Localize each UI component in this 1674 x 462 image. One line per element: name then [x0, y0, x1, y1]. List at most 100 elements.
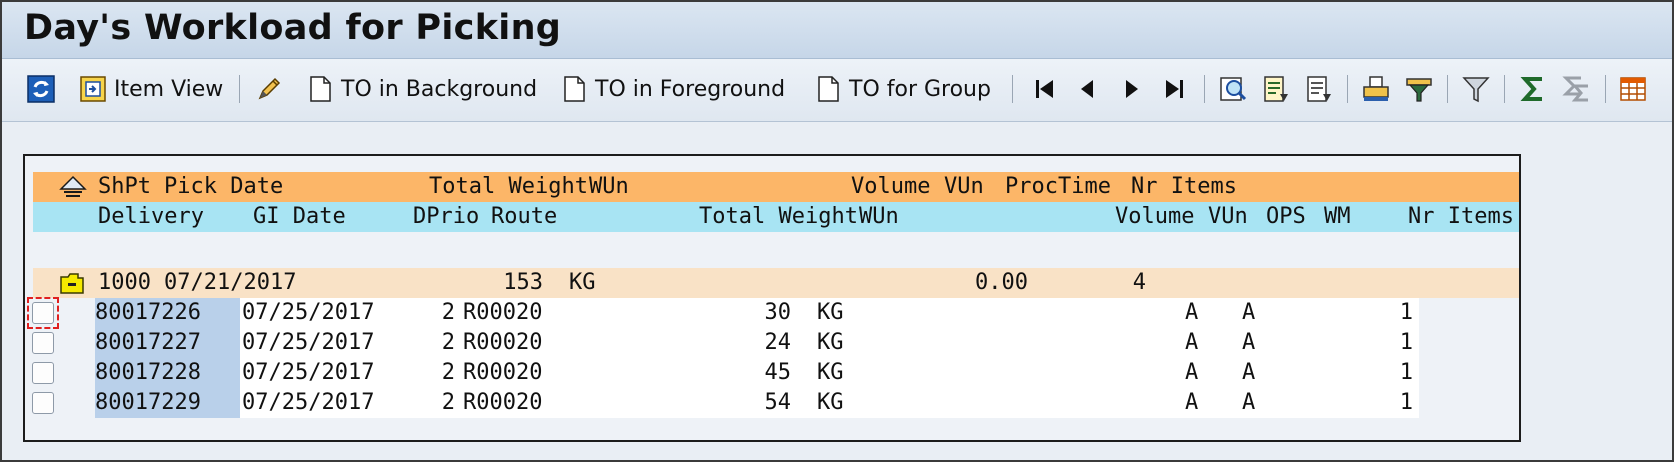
cell-wun: KG [817, 360, 844, 385]
col-header-wm[interactable]: WM [1324, 202, 1351, 232]
to-in-foreground-label: TO in Foreground [595, 76, 786, 102]
row-select-checkbox[interactable] [32, 362, 54, 384]
toolbar-separator [1204, 75, 1205, 103]
document-icon [310, 76, 331, 102]
col-header-wun[interactable]: WUn [589, 172, 629, 202]
document-icon [818, 76, 839, 102]
toolbar-separator [1012, 75, 1013, 103]
summary-wun: KG [569, 270, 596, 295]
cell-wm: A [1242, 330, 1256, 355]
cell-delivery[interactable]: 80017227 [95, 328, 240, 358]
col-header-route[interactable]: Route [491, 202, 557, 232]
export-icon [1406, 78, 1432, 102]
page-title: Day's Workload for Picking [24, 8, 562, 48]
cell-total-weight: 30 [764, 300, 792, 325]
cell-ops: A [1185, 300, 1199, 325]
subtotal-icon [1562, 76, 1588, 102]
col-header-total-weight[interactable]: Total Weight [429, 172, 588, 202]
cell-wm: A [1242, 300, 1256, 325]
col-header-shpt[interactable]: ShPt [98, 172, 151, 202]
subtotal-button[interactable] [1561, 72, 1591, 106]
workload-grid: ShPt Pick Date Total Weight WUn Volume V… [23, 154, 1521, 442]
item-view-button[interactable]: Item View [78, 72, 223, 106]
col-header-nr-items[interactable]: Nr Items [1131, 172, 1237, 202]
cell-wm: A [1242, 390, 1256, 415]
to-for-group-label: TO for Group [849, 76, 991, 102]
pencil-icon [258, 77, 281, 100]
cell-dprio: 2 [441, 300, 455, 325]
cell-delivery[interactable]: 80017228 [95, 358, 240, 388]
cell-route: R00020 [463, 300, 543, 325]
col-header-wun[interactable]: WUn [859, 202, 899, 232]
to-in-foreground-button[interactable]: TO in Foreground [559, 72, 785, 106]
row-select-checkbox[interactable] [32, 392, 54, 414]
table-row[interactable]: 80017227 07/25/2017 2 R00020 24 KG A A 1 [95, 328, 1419, 358]
toolbar-separator [1605, 75, 1606, 103]
cell-route: R00020 [463, 390, 543, 415]
filter-icon [1462, 77, 1490, 103]
cell-nr-items: 1 [1399, 300, 1413, 325]
set-filter-button[interactable] [1461, 72, 1491, 106]
total-button[interactable] [1518, 72, 1548, 106]
cell-delivery[interactable]: 80017229 [95, 388, 240, 418]
print-button[interactable] [1361, 72, 1391, 106]
change-button[interactable] [254, 72, 284, 106]
cell-total-weight: 54 [764, 390, 792, 415]
details-icon [1220, 77, 1247, 101]
cell-dprio: 2 [441, 390, 455, 415]
previous-page-button[interactable] [1073, 72, 1103, 106]
row-select-checkbox[interactable] [32, 332, 54, 354]
first-page-button[interactable] [1030, 72, 1060, 106]
col-header-volume[interactable]: Volume [851, 172, 930, 202]
cell-delivery[interactable]: 80017226 [95, 298, 240, 328]
last-page-button[interactable] [1159, 72, 1189, 106]
cell-gi-date: 07/25/2017 [242, 300, 375, 325]
details-button[interactable] [1218, 72, 1248, 106]
collapse-tree-icon[interactable] [59, 174, 87, 200]
cell-nr-items: 1 [1399, 390, 1413, 415]
previous-page-icon [1081, 80, 1093, 98]
refresh-button[interactable] [26, 72, 56, 106]
summary-total-weight: 153 [503, 270, 543, 295]
sort-ascending-icon [1264, 76, 1288, 102]
sort-descending-button[interactable] [1304, 72, 1334, 106]
cell-gi-date: 07/25/2017 [242, 360, 375, 385]
next-page-button[interactable] [1116, 72, 1146, 106]
col-header-delivery[interactable]: Delivery [98, 202, 204, 232]
to-in-background-button[interactable]: TO in Background [305, 72, 537, 106]
cell-dprio: 2 [441, 360, 455, 385]
item-view-label: Item View [114, 76, 224, 102]
cell-dprio: 2 [441, 330, 455, 355]
col-header-vun[interactable]: VUn [944, 172, 984, 202]
print-icon [1363, 76, 1389, 101]
col-header-dprio[interactable]: DPrio [413, 202, 479, 232]
col-header-volume[interactable]: Volume [1115, 202, 1194, 232]
col-header-total-weight[interactable]: Total Weight [699, 202, 858, 232]
summary-proctime: 0.00 [975, 270, 1028, 295]
toolbar-separator [1447, 75, 1448, 103]
layout-grid-icon [1620, 77, 1646, 101]
toolbar-separator [1504, 75, 1505, 103]
table-row[interactable]: 80017228 07/25/2017 2 R00020 45 KG A A 1 [95, 358, 1419, 388]
shipping-point-summary-row[interactable]: 1000 07/21/2017 153 KG 0.00 4 [33, 268, 1519, 298]
export-button[interactable] [1404, 72, 1434, 106]
to-for-group-button[interactable]: TO for Group [813, 72, 991, 106]
cell-nr-items: 1 [1399, 330, 1413, 355]
col-header-nr-items[interactable]: Nr Items [1408, 202, 1514, 232]
folder-icon[interactable] [58, 270, 86, 296]
col-header-gi-date[interactable]: GI Date [253, 202, 346, 232]
last-page-icon [1166, 80, 1183, 98]
document-icon [564, 76, 585, 102]
cell-wun: KG [817, 330, 844, 355]
col-header-pick-date[interactable]: Pick Date [164, 172, 283, 202]
col-header-proctime[interactable]: ProcTime [1005, 172, 1111, 202]
cell-wun: KG [817, 300, 844, 325]
col-header-vun[interactable]: VUn [1208, 202, 1248, 232]
cell-wun: KG [817, 390, 844, 415]
table-row[interactable]: 80017226 07/25/2017 2 R00020 30 KG A A 1 [95, 298, 1419, 328]
change-layout-button[interactable] [1618, 72, 1648, 106]
item-view-icon [80, 76, 106, 102]
col-header-ops[interactable]: OPS [1266, 202, 1306, 232]
table-row[interactable]: 80017229 07/25/2017 2 R00020 54 KG A A 1 [95, 388, 1419, 418]
sort-ascending-button[interactable] [1261, 72, 1291, 106]
